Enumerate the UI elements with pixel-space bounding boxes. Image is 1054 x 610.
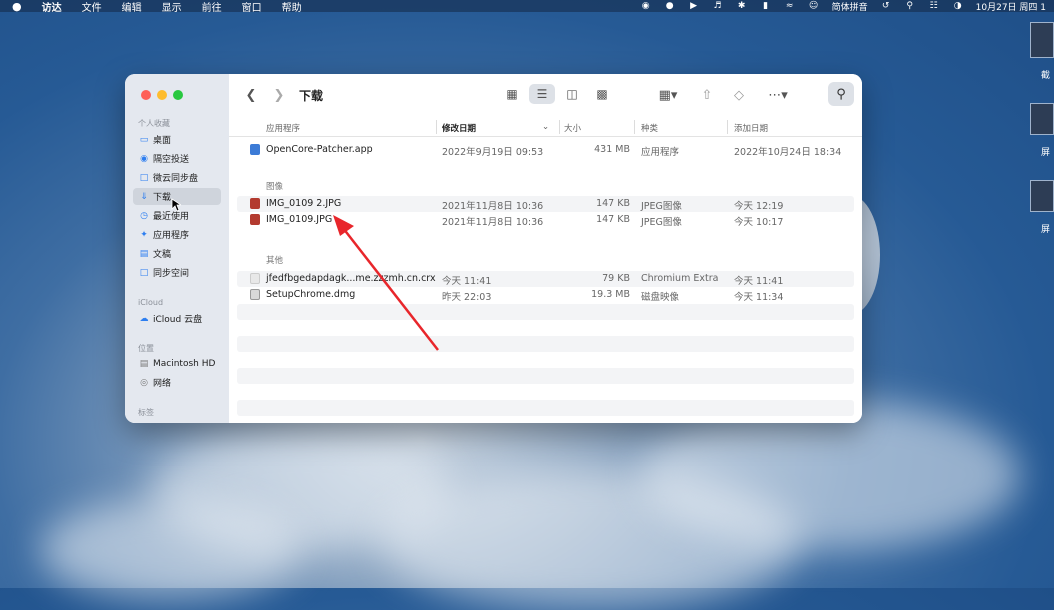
annotation-arrow	[333, 215, 439, 351]
arrow-head	[333, 215, 354, 236]
arrow-shaft	[342, 227, 439, 351]
